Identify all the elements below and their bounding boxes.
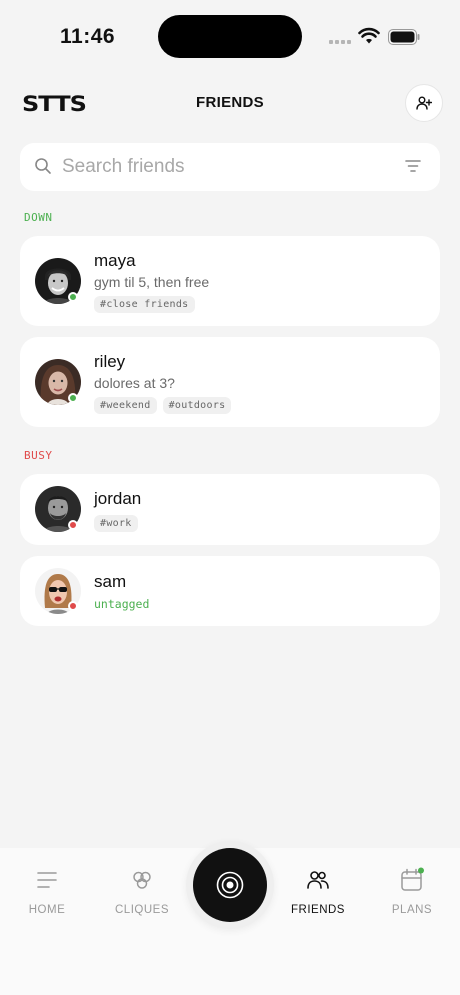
- friend-status: dolores at 3?: [94, 375, 175, 391]
- camera-button-wrapper: [186, 841, 274, 929]
- friend-card-maya[interactable]: maya gym til 5, then free #close friends: [20, 236, 440, 326]
- tag-chip[interactable]: #close friends: [94, 296, 195, 313]
- battery-icon: [388, 29, 420, 45]
- tag-chip[interactable]: #work: [94, 515, 138, 532]
- friend-card-jordan[interactable]: jordan #work: [20, 474, 440, 545]
- status-time: 11:46: [60, 25, 116, 48]
- app-header: STTS FRIENDS: [0, 82, 460, 122]
- search-input[interactable]: [62, 151, 382, 183]
- search-bar: [20, 143, 440, 191]
- friend-card-sam[interactable]: sam untagged: [20, 556, 440, 626]
- untagged-label: untagged: [94, 597, 150, 611]
- presence-dot-online: [68, 393, 78, 403]
- cliques-icon: [133, 871, 151, 889]
- tab-plans[interactable]: PLANS: [372, 866, 452, 916]
- friends-icon: [307, 871, 329, 889]
- friend-name: sam: [94, 572, 127, 591]
- tab-cliques[interactable]: CLIQUES: [102, 866, 182, 916]
- wifi-icon: [358, 27, 380, 44]
- add-friend-button[interactable]: [405, 84, 443, 122]
- add-friend-icon: [416, 96, 432, 110]
- camera-icon: [216, 871, 244, 899]
- tab-label: CLIQUES: [115, 904, 169, 916]
- friend-name: maya: [94, 251, 136, 270]
- status-bar: 11:46: [0, 0, 460, 76]
- presence-dot-busy: [68, 520, 78, 530]
- presence-dot-online: [68, 292, 78, 302]
- section-label-busy: BUSY: [24, 449, 53, 462]
- section-label-down: DOWN: [24, 211, 53, 224]
- tab-friends[interactable]: FRIENDS: [278, 866, 358, 916]
- page-title: FRIENDS: [196, 94, 264, 111]
- plans-icon: [401, 867, 424, 891]
- camera-button[interactable]: [193, 848, 267, 922]
- tag-chip[interactable]: #weekend: [94, 397, 157, 414]
- signal-icon: [329, 40, 351, 44]
- friend-name: riley: [94, 352, 126, 371]
- filter-icon[interactable]: [404, 158, 422, 174]
- friend-card-riley[interactable]: riley dolores at 3? #weekend #outdoors: [20, 337, 440, 427]
- search-icon: [35, 158, 51, 174]
- tab-label: HOME: [28, 904, 66, 916]
- tab-label: PLANS: [391, 904, 433, 916]
- tab-label: FRIENDS: [291, 904, 345, 916]
- friend-name: jordan: [94, 489, 142, 508]
- tab-home[interactable]: HOME: [7, 866, 87, 916]
- presence-dot-busy: [68, 601, 78, 611]
- dynamic-island: [158, 15, 302, 58]
- tag-chip[interactable]: #outdoors: [162, 397, 232, 414]
- friend-status: gym til 5, then free: [94, 274, 210, 290]
- home-icon: [37, 872, 57, 888]
